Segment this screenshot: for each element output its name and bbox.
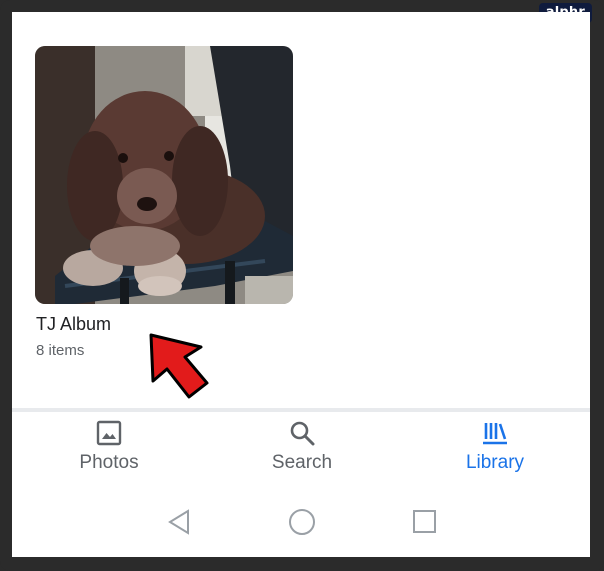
- home-circle-icon[interactable]: [288, 508, 316, 536]
- album-thumbnail[interactable]: [35, 46, 293, 304]
- tab-search[interactable]: Search: [232, 420, 372, 480]
- search-icon: [290, 421, 315, 446]
- tab-library-label: Library: [465, 452, 525, 473]
- tab-search-label: Search: [271, 452, 333, 473]
- system-nav-bar: [12, 502, 590, 542]
- photo-icon: [96, 420, 122, 446]
- recents-square-icon[interactable]: [412, 508, 438, 536]
- album-title[interactable]: TJ Album: [36, 314, 111, 335]
- library-icon: [483, 423, 507, 445]
- annotation-arrow-icon: [149, 333, 209, 399]
- screenshot-frame: alphr: [0, 0, 604, 571]
- tab-library[interactable]: Library: [425, 420, 565, 480]
- back-triangle-icon[interactable]: [167, 508, 191, 536]
- tab-photos[interactable]: Photos: [39, 420, 179, 480]
- bottom-nav-divider: [12, 408, 590, 412]
- album-card[interactable]: TJ Album 8 items: [35, 46, 293, 359]
- google-photos-library-screen: TJ Album 8 items Photos Search Library: [12, 12, 590, 557]
- tab-photos-label: Photos: [79, 452, 139, 473]
- album-item-count: 8 items: [36, 342, 85, 359]
